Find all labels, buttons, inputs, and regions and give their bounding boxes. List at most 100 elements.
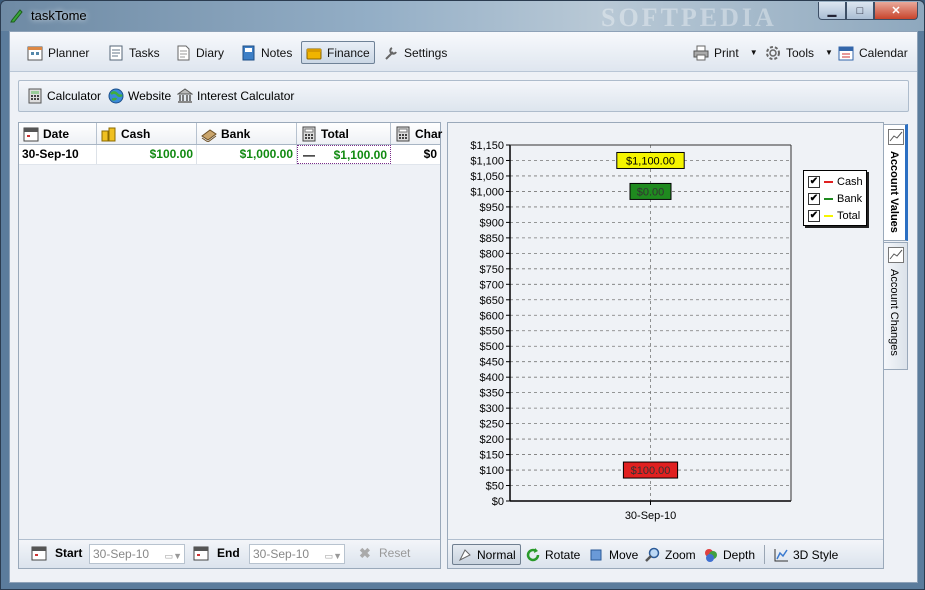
normal-mode-button[interactable]: Normal: [452, 544, 521, 565]
notes-button[interactable]: Notes: [235, 41, 297, 64]
end-date-field[interactable]: 30-Sep-10 ▭▼: [249, 544, 345, 564]
cash-stack-icon: [201, 126, 217, 143]
start-text: Start: [55, 546, 83, 560]
finance-icon: [306, 45, 322, 61]
depth-button[interactable]: Depth: [698, 544, 760, 565]
move-button[interactable]: Move: [584, 544, 643, 565]
diary-icon: [175, 45, 191, 61]
data-label-total: $1,100.00: [626, 155, 675, 167]
start-label: Start: [31, 545, 82, 561]
legend-swatch-cash: [824, 180, 833, 183]
finance-button[interactable]: Finance: [301, 41, 375, 64]
interest-calculator-label: Interest Calculator: [197, 89, 295, 103]
cell-bank[interactable]: $1,000.00: [197, 145, 297, 164]
close-button[interactable]: ✕: [874, 2, 918, 20]
line-chart-icon: [888, 129, 904, 145]
legend-item-total[interactable]: ✔ Total: [808, 208, 860, 223]
tab-account-changes[interactable]: Account Changes: [884, 242, 908, 370]
y-tick-label: $500: [480, 341, 504, 353]
calendar-button[interactable]: Calendar: [833, 41, 913, 64]
column-header-bank[interactable]: Bank: [197, 123, 297, 144]
calendar-dropdown-icon[interactable]: ▭▼: [320, 547, 342, 561]
y-tick-label: $900: [480, 217, 504, 229]
toolbar-divider: [764, 545, 765, 564]
calendar-icon: [838, 45, 854, 61]
interest-calculator-button[interactable]: Interest Calculator: [176, 88, 295, 104]
calendar-icon: [31, 545, 47, 561]
column-label: Cash: [121, 126, 151, 141]
tab-account-values[interactable]: Account Values: [884, 124, 908, 241]
diary-label: Diary: [196, 45, 225, 60]
total-marker: —: [303, 148, 315, 162]
cell-cash[interactable]: $100.00: [97, 145, 197, 164]
watermark: SOFTPEDIA: [601, 3, 777, 32]
chart-legend: ✔ Cash ✔ Bank ✔ Total: [803, 170, 867, 226]
table-row[interactable]: 30-Sep-10 $100.00 $1,000.00 — $1,100.00 …: [19, 145, 440, 165]
3d-style-button[interactable]: 3D Style: [768, 544, 843, 565]
calculator-button[interactable]: Calculator: [27, 88, 101, 104]
window-title: taskTome: [31, 8, 87, 23]
y-tick-label: $400: [480, 372, 504, 384]
reset-button[interactable]: ✖ Reset: [359, 545, 410, 561]
planner-label: Planner: [48, 45, 90, 60]
chart-panel: $0 $50 $100 $150 $200 $250 $300 $350 $400 $450 $50…: [447, 122, 884, 569]
rotate-icon: [525, 547, 541, 563]
reset-label: Reset: [379, 546, 411, 560]
minimize-button[interactable]: ▁: [818, 2, 846, 20]
rotate-button[interactable]: Rotate: [520, 544, 585, 565]
chart-area[interactable]: $0 $50 $100 $150 $200 $250 $300 $350 $400 $450 $50…: [448, 123, 883, 539]
tab-label: Account Changes: [888, 269, 900, 356]
start-date-field[interactable]: 30-Sep-10 ▭▼: [89, 544, 185, 564]
planner-button[interactable]: Planner: [22, 41, 94, 64]
y-tick-label: $1,050: [470, 171, 504, 183]
notes-icon: [240, 45, 256, 61]
zoom-button[interactable]: Zoom: [640, 544, 701, 565]
y-tick-label: $600: [480, 310, 504, 322]
print-button[interactable]: Print ▼: [688, 41, 763, 64]
column-label: Total: [321, 126, 349, 141]
tools-label: Tools: [786, 45, 815, 60]
tasks-icon: [108, 45, 124, 61]
legend-checkbox-bank[interactable]: ✔: [808, 192, 820, 205]
3d-style-label: 3D Style: [793, 547, 839, 562]
coins-icon: [101, 126, 117, 142]
app-window: taskTome SOFTPEDIA ▁ □ ✕ Planner Tasks D…: [0, 0, 925, 590]
calculator-icon: [395, 126, 411, 142]
calendar-dropdown-icon[interactable]: ▭▼: [160, 547, 182, 561]
zoom-icon: [645, 547, 661, 563]
website-button[interactable]: Website: [108, 88, 171, 104]
start-date-value: 30-Sep-10: [93, 547, 150, 561]
legend-checkbox-cash[interactable]: ✔: [808, 175, 820, 188]
column-header-cash[interactable]: Cash: [97, 123, 197, 144]
depth-icon: [703, 547, 719, 563]
chart-toolbar: Normal Rotate Move Zoom Depth 3D Style: [448, 539, 883, 568]
main-toolbar: Planner Tasks Diary Notes Finance Settin…: [10, 32, 917, 72]
calendar-icon: [23, 126, 39, 142]
settings-button[interactable]: Settings: [378, 41, 452, 64]
column-header-date[interactable]: Date: [19, 123, 97, 144]
legend-item-bank[interactable]: ✔ Bank: [808, 191, 862, 206]
column-header-total[interactable]: Total: [297, 123, 391, 144]
cell-total[interactable]: — $1,100.00: [297, 145, 391, 164]
cell-total-value: $1,100.00: [333, 148, 387, 162]
tasks-button[interactable]: Tasks: [103, 41, 165, 64]
y-tick-label: $300: [480, 403, 504, 415]
column-header-change[interactable]: Char: [391, 123, 442, 144]
diary-button[interactable]: Diary: [170, 41, 229, 64]
column-label: Date: [43, 126, 70, 141]
maximize-button[interactable]: □: [846, 2, 874, 20]
legend-item-cash[interactable]: ✔ Cash: [808, 174, 863, 189]
gear-icon: [765, 45, 781, 61]
cell-date[interactable]: 30-Sep-10: [19, 145, 97, 164]
data-label-cash: $100.00: [631, 465, 671, 477]
printer-icon: [693, 45, 709, 61]
chevron-down-icon[interactable]: ▼: [825, 48, 833, 57]
legend-label-cash: Cash: [837, 175, 863, 188]
calculator-icon: [301, 126, 317, 142]
tools-button[interactable]: Tools ▼: [760, 41, 838, 64]
y-tick-label: $950: [480, 202, 504, 214]
legend-checkbox-total[interactable]: ✔: [808, 209, 820, 222]
cell-change[interactable]: $0: [391, 145, 440, 164]
chevron-down-icon[interactable]: ▼: [750, 48, 758, 57]
depth-label: Depth: [723, 547, 756, 562]
